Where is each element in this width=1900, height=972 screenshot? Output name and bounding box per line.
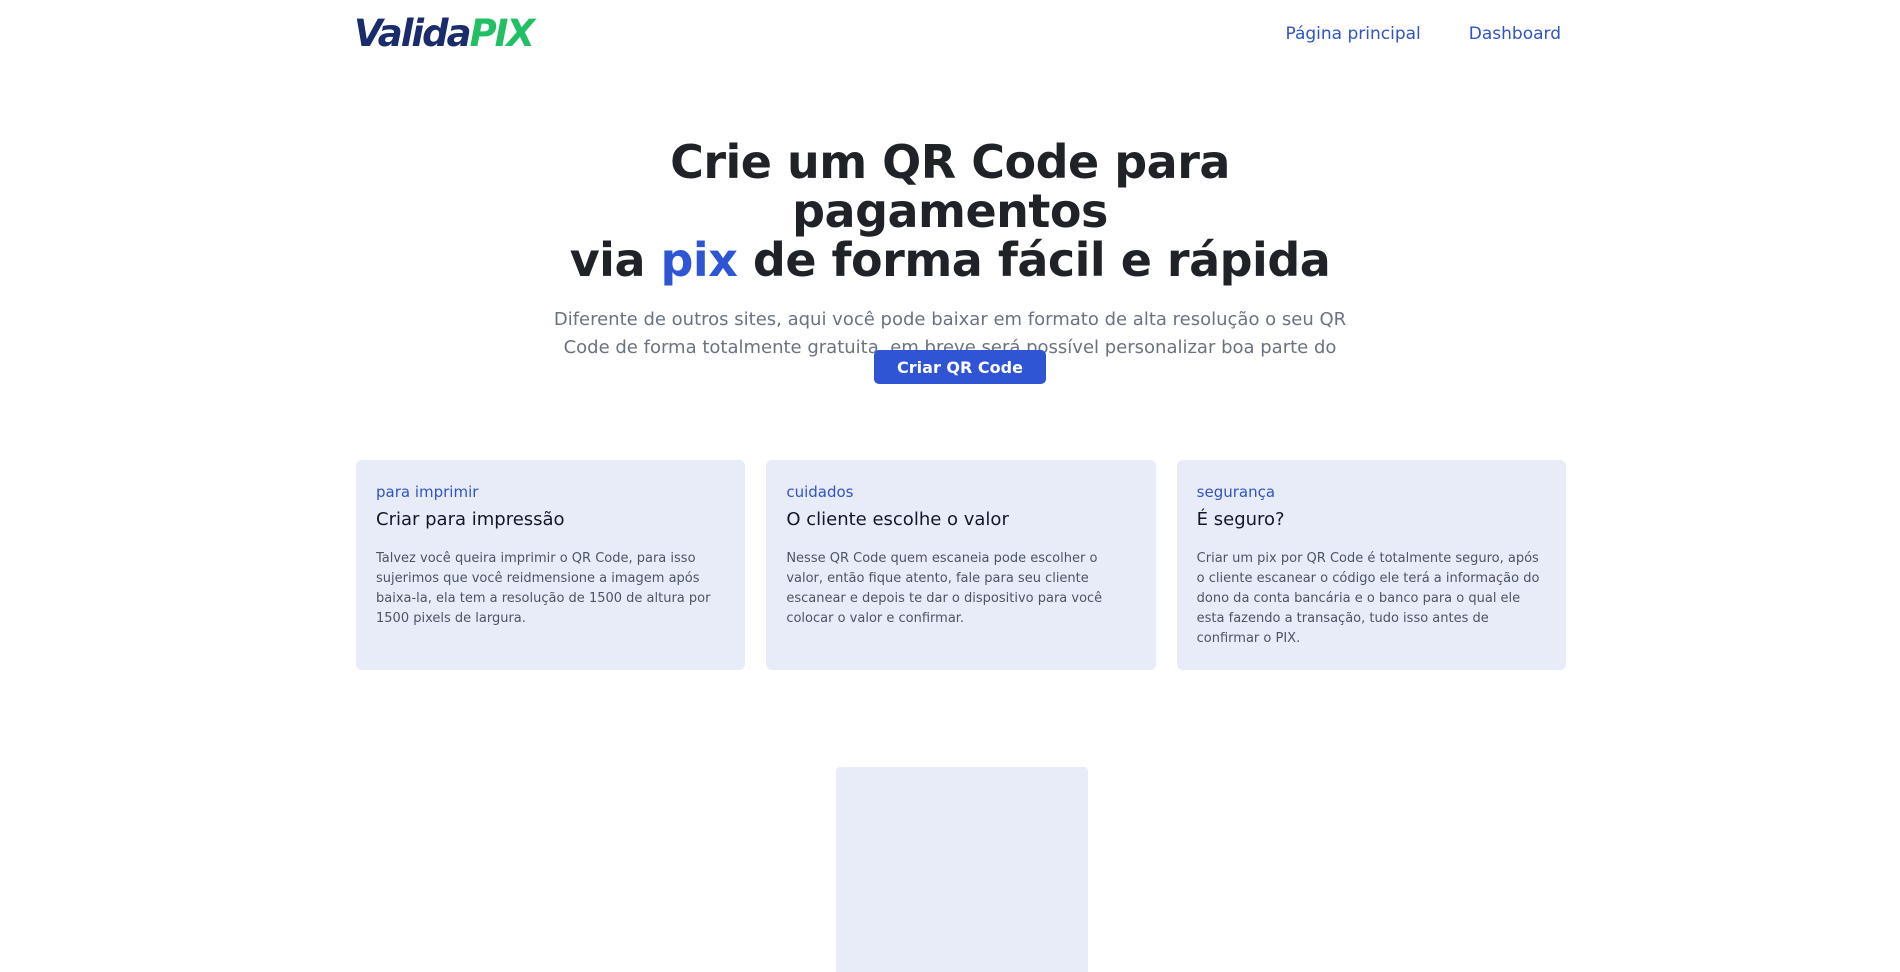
card-body: Talvez você queira imprimir o QR Code, p… <box>376 551 711 626</box>
logo-text-pix: PIX <box>469 12 535 55</box>
card-title: O cliente escolhe o valor <box>786 509 1009 530</box>
logo-text-valida: Valida <box>354 12 472 55</box>
nav-link-home[interactable]: Página principal <box>1285 22 1420 46</box>
card-title: É seguro? <box>1196 509 1285 530</box>
hero-title-line2-pre: via <box>569 233 661 287</box>
card-kicker: segurança <box>1196 483 1276 501</box>
feature-cards: para imprimir Criar para impressão Talve… <box>356 460 1566 670</box>
qr-code-placeholder <box>836 767 1088 972</box>
main-nav: Página principal Dashboard <box>1285 22 1561 46</box>
feature-card-print: para imprimir Criar para impressão Talve… <box>356 460 746 670</box>
hero-title-line2-post: de forma fácil e rápida <box>737 233 1331 287</box>
card-title: Criar para impressão <box>376 509 565 530</box>
card-kicker: para imprimir <box>376 483 479 501</box>
card-body: Nesse QR Code quem escaneia pode escolhe… <box>786 551 1103 626</box>
card-kicker: cuidados <box>786 483 854 501</box>
feature-card-security: segurança É seguro? Criar um pix por QR … <box>1176 460 1566 670</box>
nav-link-dashboard[interactable]: Dashboard <box>1469 22 1561 46</box>
create-qr-code-button[interactable]: Criar QR Code <box>874 350 1046 384</box>
hero-title-line1: Crie um QR Code para pagamentos <box>670 135 1230 238</box>
hero-title-accent: pix <box>660 233 738 287</box>
card-body: Criar um pix por QR Code é totalmente se… <box>1196 551 1540 646</box>
validapix-logo[interactable]: Valida PIX <box>354 12 535 56</box>
site-header: Valida PIX Página principal Dashboard <box>0 0 1900 70</box>
feature-card-care: cuidados O cliente escolhe o valor Nesse… <box>766 460 1156 670</box>
hero-title: Crie um QR Code para pagamentos via pix … <box>520 138 1380 285</box>
